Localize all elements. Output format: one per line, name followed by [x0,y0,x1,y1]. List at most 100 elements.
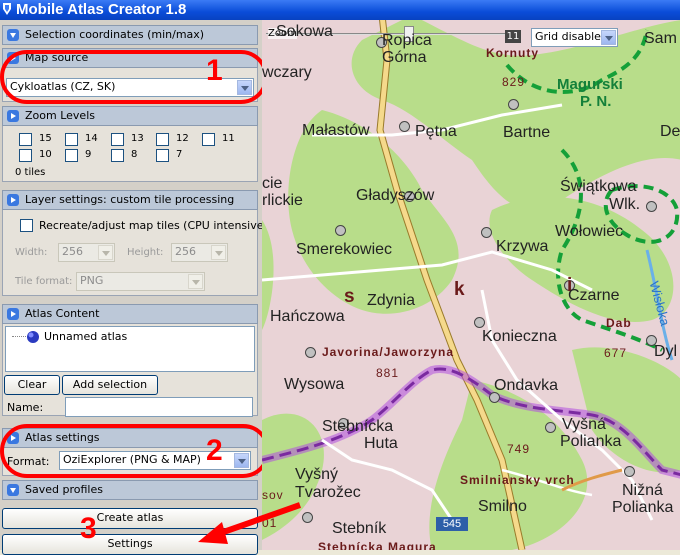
globe-icon [27,331,39,343]
zoom-label: 15 [39,133,52,144]
section-title: Layer settings: custom tile processing [25,193,235,206]
zoom-checkbox-15[interactable] [19,133,32,146]
tile-count: 0 tiles [15,167,46,178]
collapse-arrow-icon [7,484,19,496]
map-label: Magurski [557,76,623,93]
section-selection-coordinates[interactable]: Selection coordinates (min/max) [2,25,258,45]
map-label: Czarne [568,287,620,304]
tile-format-value: PNG [80,274,104,287]
map-label: rlickie [262,192,303,209]
dropdown-button[interactable] [601,30,616,45]
place-marker [481,227,492,238]
section-title: Map source [25,51,89,64]
map-label: Smilniansky vrch [460,473,575,487]
map-label: Polianka [612,499,674,516]
place-marker [399,121,410,132]
section-saved-profiles[interactable]: Saved profiles [2,480,258,500]
map-label: Nižná [622,482,663,499]
map-label: Stebnícka [322,418,394,435]
expand-arrow-icon [7,432,19,444]
map-label: Tvarožec [295,484,361,501]
zoom-checkbox-11[interactable] [202,133,215,146]
section-title: Zoom Levels [25,109,95,122]
map-label: Smerekowiec [296,241,393,258]
map-label: Sam [644,30,677,47]
forest-area [572,347,680,473]
map-label: Smilno [478,498,527,515]
map-label: 01 [262,516,278,530]
map-label: Małastów [302,122,370,139]
settings-button[interactable]: Settings [2,534,258,555]
recreate-tiles-checkbox[interactable] [20,219,33,232]
zoom-checkbox-14[interactable] [65,133,78,146]
atlas-tree-item[interactable]: Unnamed atlas [44,330,127,343]
section-title: Atlas settings [25,431,100,444]
section-layer-settings[interactable]: Layer settings: custom tile processing [2,190,258,210]
control-panel: Selection coordinates (min/max) Map sour… [0,20,270,555]
expand-arrow-icon [7,194,19,206]
dropdown-button[interactable] [98,245,113,260]
annotation-number-2: 2 [206,434,223,467]
zoom-label: 13 [131,133,144,144]
tile-format-label: Tile format: [15,276,73,287]
section-title: Selection coordinates (min/max) [25,28,205,41]
map-label: Stebník [332,520,387,537]
map-label: Wołowiec [555,223,624,240]
zoom-label: 7 [176,149,183,160]
width-select[interactable]: 256 [58,243,115,262]
height-value: 256 [175,245,196,258]
zoom-levels-box: Zoom Levels 15 14 13 12 11 10 9 8 7 0 ti… [2,106,258,182]
height-label: Height: [127,247,164,258]
zoom-checkbox-9[interactable] [65,149,78,162]
zoom-checkbox-12[interactable] [156,133,169,146]
section-zoom-levels[interactable]: Zoom Levels [2,106,258,126]
height-select[interactable]: 256 [171,243,228,262]
dropdown-button[interactable] [188,274,203,289]
tree-connector [12,336,26,337]
map-label: Vyšná [562,416,606,433]
zoom-checkbox-8[interactable] [111,149,124,162]
expand-arrow-icon [7,110,19,122]
recreate-tiles-label: Recreate/adjust map tiles (CPU intensive… [39,219,268,232]
map-label: Dyl [654,343,678,360]
format-label: Format: [7,455,50,468]
map-label: Huta [364,435,398,452]
add-selection-button[interactable]: Add selection [62,375,158,395]
annotation-number-3: 3 [80,512,97,545]
section-atlas-content[interactable]: Atlas Content [2,304,258,324]
dropdown-button[interactable] [234,453,249,468]
zoom-label: 8 [131,149,138,160]
map-label: Ropica [382,32,432,49]
map-label: Vyšný [295,466,338,483]
clear-button[interactable]: Clear [4,375,60,395]
map-view[interactable]: Zoom 11 Grid disabled 545 Sokowa Ropica … [262,20,680,550]
section-title: Atlas Content [25,307,100,320]
create-atlas-button[interactable]: Create atlas [2,508,258,529]
zoom-checkbox-7[interactable] [156,149,169,162]
dropdown-button[interactable] [211,245,226,260]
tile-format-select[interactable]: PNG [76,272,205,291]
map-label: Sokowa [276,23,333,40]
route-shield: 545 [436,517,468,531]
map-label: Świątkowa [560,178,637,195]
map-label: cie [262,175,283,192]
map-source-value: Cykloatlas (CZ, SK) [10,80,116,93]
place-marker [646,201,657,212]
zoom-label: 11 [222,133,235,144]
map-label: 881 [376,366,400,380]
map-label: 829 [502,75,526,89]
zoom-label: 10 [39,149,52,160]
place-marker [474,317,485,328]
atlas-name-input[interactable] [65,397,253,417]
place-marker [305,347,316,358]
annotation-number-1: 1 [206,54,223,87]
map-label: wczary [262,64,312,81]
atlas-tree[interactable]: Unnamed atlas [5,326,255,372]
zoom-checkbox-13[interactable] [111,133,124,146]
map-label: Polianka [560,433,622,450]
grid-select[interactable]: Grid disabled [531,28,618,47]
expand-arrow-icon [7,52,19,64]
zoom-checkbox-10[interactable] [19,149,32,162]
dropdown-button[interactable] [237,80,252,95]
zoom-label: 9 [85,149,92,160]
